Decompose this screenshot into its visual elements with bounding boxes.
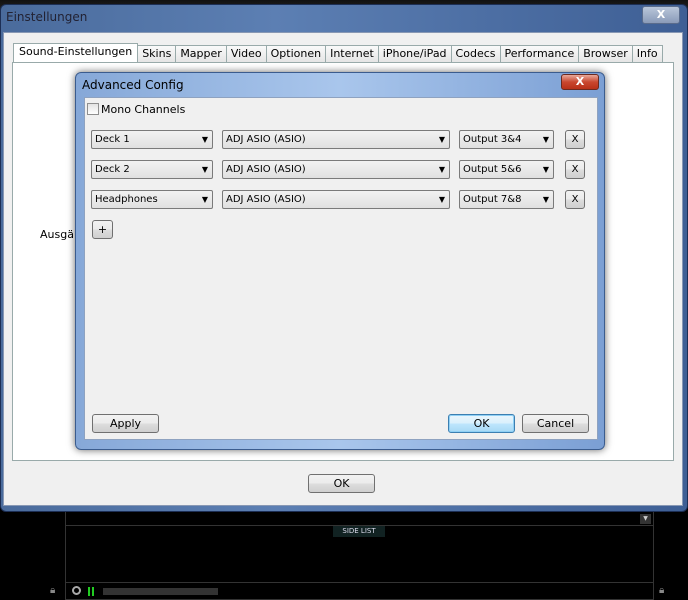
output-select[interactable]: Output 7&8 ▼ <box>459 190 554 209</box>
channel-value: Deck 1 <box>95 134 130 145</box>
cancel-button[interactable]: Cancel <box>522 414 589 433</box>
dropdown-arrow-icon: ▼ <box>542 195 549 204</box>
side-list-label[interactable]: SIDE LIST <box>333 526 385 537</box>
mono-channels-checkbox[interactable] <box>87 103 99 115</box>
dropdown-arrow-icon: ▼ <box>438 195 445 204</box>
dropdown-arrow-icon: ▼ <box>542 165 549 174</box>
device-select[interactable]: ADJ ASIO (ASIO) ▼ <box>222 160 450 179</box>
tab-info[interactable]: Info <box>631 45 663 63</box>
tab-performance[interactable]: Performance <box>499 45 580 63</box>
output-value: Output 5&6 <box>463 164 522 175</box>
tab-internet[interactable]: Internet <box>325 45 379 63</box>
device-value: ADJ ASIO (ASIO) <box>226 194 306 205</box>
channel-select[interactable]: Deck 2 ▼ <box>91 160 213 179</box>
progress-bar <box>103 588 218 595</box>
output-select[interactable]: Output 5&6 ▼ <box>459 160 554 179</box>
remove-row-button[interactable]: X <box>565 190 585 209</box>
device-select[interactable]: ADJ ASIO (ASIO) ▼ <box>222 190 450 209</box>
tab-video[interactable]: Video <box>225 45 267 63</box>
tab-bar: Sound-Einstellungen Skins Mapper Video O… <box>13 43 663 63</box>
lock-icon[interactable]: 🔒︎ <box>659 585 664 596</box>
channel-select[interactable]: Headphones ▼ <box>91 190 213 209</box>
pause-icon[interactable] <box>88 587 94 596</box>
window-close-button[interactable]: X <box>642 6 680 24</box>
tab-iphone[interactable]: iPhone/iPad <box>377 45 452 63</box>
dropdown-arrow-icon[interactable]: ▼ <box>640 514 651 524</box>
dropdown-arrow-icon: ▼ <box>438 165 445 174</box>
remove-row-button[interactable]: X <box>565 160 585 179</box>
dropdown-arrow-icon: ▼ <box>201 165 208 174</box>
remove-row-button[interactable]: X <box>565 130 585 149</box>
dropdown-arrow-icon: ▼ <box>542 135 549 144</box>
dialog-close-button[interactable]: X <box>561 74 599 90</box>
dropdown-arrow-icon: ▼ <box>438 135 445 144</box>
tab-mapper[interactable]: Mapper <box>175 45 227 63</box>
window-title: Einstellungen <box>6 10 88 24</box>
tab-codecs[interactable]: Codecs <box>450 45 501 63</box>
record-icon[interactable] <box>72 586 81 595</box>
channel-value: Deck 2 <box>95 164 130 175</box>
lock-icon[interactable]: 🔒︎ <box>50 585 55 596</box>
add-row-button[interactable]: + <box>92 220 113 239</box>
tab-sound[interactable]: Sound-Einstellungen <box>13 43 139 63</box>
channel-value: Headphones <box>95 194 158 205</box>
device-value: ADJ ASIO (ASIO) <box>226 164 306 175</box>
output-value: Output 3&4 <box>463 134 522 145</box>
device-value: ADJ ASIO (ASIO) <box>226 134 306 145</box>
divider <box>65 582 654 583</box>
mono-channels-label: Mono Channels <box>101 103 186 116</box>
output-select[interactable]: Output 3&4 ▼ <box>459 130 554 149</box>
tab-optionen[interactable]: Optionen <box>265 45 327 63</box>
dropdown-arrow-icon: ▼ <box>201 135 208 144</box>
apply-button[interactable]: Apply <box>92 414 159 433</box>
dialog-ok-button[interactable]: OK <box>448 414 515 433</box>
dropdown-arrow-icon: ▼ <box>201 195 208 204</box>
tab-skins[interactable]: Skins <box>137 45 177 63</box>
device-select[interactable]: ADJ ASIO (ASIO) ▼ <box>222 130 450 149</box>
ok-button[interactable]: OK <box>308 474 375 493</box>
tab-browser[interactable]: Browser <box>578 45 633 63</box>
channel-select[interactable]: Deck 1 ▼ <box>91 130 213 149</box>
dialog-title: Advanced Config <box>82 78 184 92</box>
output-value: Output 7&8 <box>463 194 522 205</box>
